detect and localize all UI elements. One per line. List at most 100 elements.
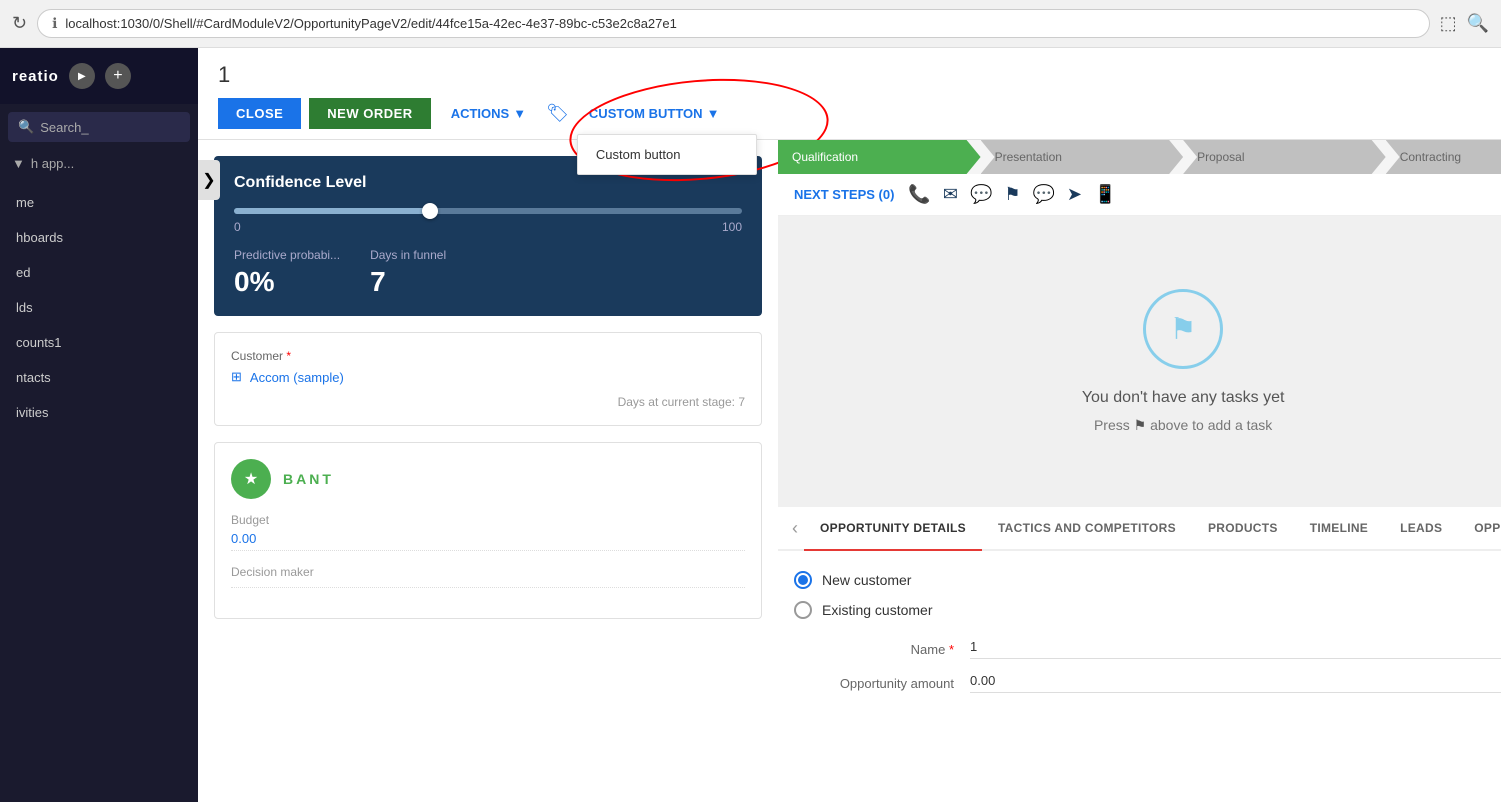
search-icon: 🔍 bbox=[18, 119, 34, 135]
sidebar-item-ed[interactable]: ed bbox=[0, 255, 198, 290]
sidebar-nav: me hboards ed lds counts1 ntacts ivities bbox=[0, 177, 198, 802]
messenger-icon[interactable]: 💬 bbox=[1033, 184, 1055, 205]
predictive-metric: Predictive probabi... 0% bbox=[234, 248, 340, 298]
radio-inner bbox=[798, 575, 808, 585]
sidebar-item-label: ivities bbox=[16, 405, 49, 420]
tab-tactics[interactable]: TACTICS AND COMPETITORS bbox=[982, 507, 1192, 549]
translate-icon[interactable]: ⬚ bbox=[1440, 13, 1457, 34]
browser-actions: ⬚ 🔍 bbox=[1440, 13, 1489, 34]
name-row: Name * 1 bbox=[794, 639, 1501, 659]
budget-value: 0.00 bbox=[231, 531, 745, 551]
new-customer-label: New customer bbox=[822, 572, 911, 588]
existing-customer-radio-button[interactable] bbox=[794, 601, 812, 619]
bant-header: ★ BANT bbox=[231, 459, 745, 499]
actions-button[interactable]: ACTIONS ▼ bbox=[439, 98, 538, 129]
decision-maker-label: Decision maker bbox=[231, 565, 745, 579]
app-search-label: h app... bbox=[31, 156, 74, 171]
slider-track bbox=[234, 208, 742, 214]
stage-contracting[interactable]: Contracting bbox=[1386, 140, 1501, 174]
sidebar-item-label: me bbox=[16, 195, 34, 210]
name-required: * bbox=[949, 642, 954, 657]
sidebar-dropdown[interactable]: ▼ h app... bbox=[0, 150, 198, 177]
toolbar: CLOSE NEW ORDER ACTIONS ▼ 🏷 CUSTOM BUTTO… bbox=[218, 98, 1481, 129]
email-icon[interactable]: ✉ bbox=[943, 184, 958, 205]
tab-opportunity-details[interactable]: OPPORTUNITY DETAILS bbox=[804, 507, 982, 551]
custom-dropdown: Custom button bbox=[577, 134, 757, 175]
browser-bar: ↻ ℹ localhost:1030/0/Shell/#CardModuleV2… bbox=[0, 0, 1501, 48]
search-bar[interactable]: 🔍 Search_ bbox=[8, 112, 190, 142]
main-content: 1 CLOSE NEW ORDER ACTIONS ▼ 🏷 CUSTOM BUT… bbox=[198, 48, 1501, 802]
stage-proposal[interactable]: Proposal bbox=[1183, 140, 1386, 174]
sidebar-item-dashboards[interactable]: hboards bbox=[0, 220, 198, 255]
predictive-value: 0% bbox=[234, 266, 340, 298]
tab-content: New customer Existing customer Name * bbox=[778, 551, 1501, 802]
sidebar-item-label: ntacts bbox=[16, 370, 51, 385]
close-button[interactable]: CLOSE bbox=[218, 98, 301, 129]
new-customer-radio-button[interactable] bbox=[794, 571, 812, 589]
tag-icon[interactable]: 🏷 bbox=[546, 103, 569, 124]
confidence-slider[interactable]: 0 100 bbox=[234, 208, 742, 234]
sidebar-item-contacts[interactable]: ntacts bbox=[0, 360, 198, 395]
next-steps-link[interactable]: NEXT STEPS (0) bbox=[794, 187, 894, 202]
tab-timeline[interactable]: TIMELINE bbox=[1294, 507, 1384, 549]
info-icon: ℹ bbox=[52, 15, 57, 32]
empty-state-title: You don't have any tasks yet bbox=[1082, 389, 1285, 407]
whatsapp-icon[interactable]: 📱 bbox=[1094, 184, 1116, 205]
url-text: localhost:1030/0/Shell/#CardModuleV2/Opp… bbox=[65, 16, 676, 31]
empty-state: ⚑ You don't have any tasks yet Press ⚑ a… bbox=[778, 216, 1501, 507]
telegram-icon[interactable]: ➤ bbox=[1067, 184, 1082, 205]
flag-icon[interactable]: ⚑ bbox=[1004, 184, 1020, 205]
existing-customer-label: Existing customer bbox=[822, 602, 932, 618]
custom-dropdown-item[interactable]: Custom button bbox=[578, 135, 756, 174]
new-customer-radio[interactable]: New customer bbox=[794, 571, 1501, 589]
predictive-label: Predictive probabi... bbox=[234, 248, 340, 262]
custom-button-container: CUSTOM BUTTON ▼ Custom button bbox=[577, 98, 732, 129]
tab-opportunity[interactable]: OPPORTUNITY bbox=[1458, 507, 1501, 549]
logo: reatio bbox=[12, 68, 59, 85]
confidence-card: Confidence Level 0 100 bbox=[214, 156, 762, 316]
customer-section: Customer * ⊞ Accom (sample) Days at curr… bbox=[214, 332, 762, 426]
panel-toggle-button[interactable]: ❯ bbox=[198, 160, 220, 200]
tabs-scroll-left[interactable]: ‹ bbox=[786, 518, 804, 539]
url-bar[interactable]: ℹ localhost:1030/0/Shell/#CardModuleV2/O… bbox=[37, 9, 1429, 38]
reload-icon[interactable]: ↻ bbox=[12, 13, 27, 34]
days-label: Days in funnel bbox=[370, 248, 446, 262]
bant-decision-field: Decision maker bbox=[231, 565, 745, 588]
sidebar-item-label: lds bbox=[16, 300, 33, 315]
flag-ref-icon: ⚑ bbox=[1134, 417, 1150, 433]
sidebar-item-lds[interactable]: lds bbox=[0, 290, 198, 325]
tabs-bar: ‹ OPPORTUNITY DETAILS TACTICS AND COMPET… bbox=[778, 507, 1501, 551]
new-order-button[interactable]: NEW ORDER bbox=[309, 98, 430, 129]
phone-icon[interactable]: 📞 bbox=[908, 184, 930, 205]
existing-customer-radio[interactable]: Existing customer bbox=[794, 601, 1501, 619]
opportunity-amount-value[interactable]: 0.00 bbox=[970, 673, 1501, 693]
name-value[interactable]: 1 bbox=[970, 639, 1501, 659]
stage-pipeline: Qualification Presentation Proposal Cont… bbox=[778, 140, 1501, 174]
bant-icon: ★ bbox=[231, 459, 271, 499]
tab-products[interactable]: PRODUCTS bbox=[1192, 507, 1294, 549]
sidebar-item-me[interactable]: me bbox=[0, 185, 198, 220]
search-browser-icon[interactable]: 🔍 bbox=[1467, 13, 1489, 34]
app-layout: reatio ▶ + 🔍 Search_ ▼ h app... me hboar… bbox=[0, 48, 1501, 802]
sidebar-top: reatio ▶ + bbox=[0, 48, 198, 104]
dropdown-chevron-icon: ▼ bbox=[12, 156, 25, 171]
empty-state-icon: ⚑ bbox=[1143, 289, 1223, 369]
empty-state-subtitle: Press ⚑ above to add a task bbox=[1094, 417, 1272, 434]
page-number: 1 bbox=[218, 62, 1481, 88]
tab-leads[interactable]: LEADS bbox=[1384, 507, 1458, 549]
sidebar-item-counts[interactable]: counts1 bbox=[0, 325, 198, 360]
customer-icon: ⊞ bbox=[231, 369, 242, 385]
customer-type-group: New customer Existing customer bbox=[794, 571, 1501, 619]
left-panel: ❯ Confidence Level 0 100 bbox=[198, 140, 778, 802]
page-header: 1 CLOSE NEW ORDER ACTIONS ▼ 🏷 CUSTOM BUT… bbox=[198, 48, 1501, 140]
confidence-title: Confidence Level bbox=[234, 174, 742, 192]
sidebar-item-activities[interactable]: ivities bbox=[0, 395, 198, 430]
play-button[interactable]: ▶ bbox=[69, 63, 95, 89]
add-button[interactable]: + bbox=[105, 63, 131, 89]
custom-button[interactable]: CUSTOM BUTTON ▼ bbox=[577, 98, 732, 129]
stage-presentation[interactable]: Presentation bbox=[981, 140, 1184, 174]
next-steps-bar: NEXT STEPS (0) 📞 ✉ 💬 ⚑ 💬 ➤ 📱 bbox=[778, 174, 1501, 216]
stage-qualification[interactable]: Qualification bbox=[778, 140, 981, 174]
customer-label: Customer * bbox=[231, 349, 745, 363]
chat-icon[interactable]: 💬 bbox=[970, 184, 992, 205]
